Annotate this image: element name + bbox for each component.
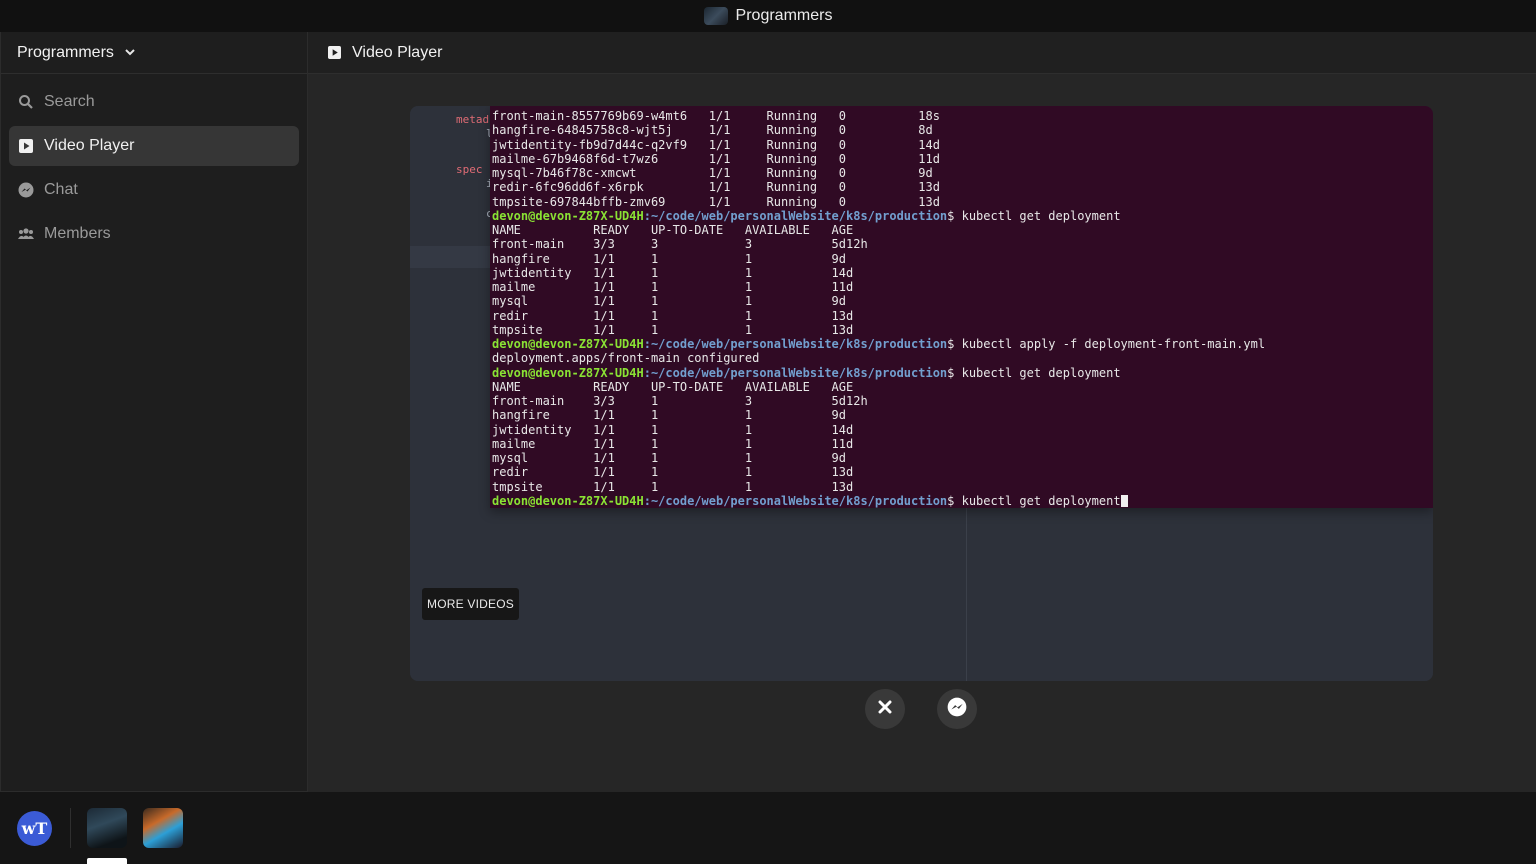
terminal-prompt-path: :~/code/web/personalWebsite/k8s/producti…	[643, 493, 948, 508]
terminal-command-text: $ kubectl get deployment	[947, 493, 1121, 508]
editor-code: metad l spec i c	[454, 112, 493, 221]
terminal-cursor	[1120, 494, 1128, 507]
server-taskbar: wT	[0, 792, 1536, 864]
terminal-prompt-path: :~/code/web/personalWebsite/k8s/producti…	[643, 365, 948, 380]
sidebar-nav: Search Video Player Chat Members	[1, 74, 307, 266]
editor-keyword: metad	[456, 113, 490, 126]
sidebar-item-label: Video Player	[44, 137, 135, 154]
terminal-prompt-path: :~/code/web/personalWebsite/k8s/producti…	[643, 208, 948, 223]
terminal-command-text: $ kubectl get deployment	[947, 365, 1121, 380]
messenger-icon	[947, 697, 967, 722]
editor-keyword: spec	[456, 163, 483, 176]
sidebar-item-chat[interactable]: Chat	[9, 170, 299, 210]
terminal-output-line: tmpsite 1/1 1 1 13d	[492, 322, 854, 337]
terminal-output-line: hangfire-64845758c8-wjt5j 1/1 Running 0 …	[492, 123, 933, 138]
terminal-command-line: devon@devon-Z87X-UD4H:~/code/web/persona…	[492, 209, 1433, 223]
editor-divider	[966, 506, 967, 681]
taskbar-divider	[70, 808, 71, 848]
terminal-command-text: $ kubectl apply -f deployment-front-main…	[947, 337, 1266, 351]
terminal-output-line: tmpsite 1/1 1 1 13d	[492, 479, 854, 494]
server-dropdown[interactable]: Programmers	[1, 32, 307, 74]
terminal-output-line: front-main 3/3 3 3 5d12h	[492, 237, 868, 252]
window-titlebar: Programmers	[0, 0, 1536, 32]
page-title: Video Player	[352, 43, 443, 61]
terminal-command-line: devon@devon-Z87X-UD4H:~/code/web/persona…	[492, 494, 1433, 508]
server-icon	[703, 7, 728, 25]
terminal-output-line: mysql 1/1 1 1 9d	[492, 451, 847, 465]
terminal-output-line: jwtidentity-fb9d7d44c-q2vf9 1/1 Running …	[492, 137, 940, 152]
terminal-window: front-main-8557769b69-w4mt6 1/1 Running …	[490, 106, 1433, 508]
app-logo[interactable]: wT	[17, 811, 52, 846]
editor-keyword: i	[454, 177, 493, 207]
users-icon	[18, 226, 34, 242]
terminal-prompt-user: devon@devon-Z87X-UD4H	[492, 493, 644, 508]
terminal-output-line: mailme-67b9468f6d-t7wz6 1/1 Running 0 11…	[492, 151, 940, 166]
sidebar-item-label: Members	[44, 225, 111, 242]
sidebar: Programmers Search Video Player Chat Mem…	[0, 32, 308, 792]
play-square-icon	[18, 138, 34, 154]
terminal-output-line: NAME READY UP-TO-DATE AVAILABLE AGE	[492, 223, 854, 237]
terminal-command-line: devon@devon-Z87X-UD4H:~/code/web/persona…	[492, 337, 1433, 351]
terminal-output-line: mysql-7b46f78c-xmcwt 1/1 Running 0 9d	[492, 166, 933, 180]
terminal-output-line: redir 1/1 1 1 13d	[492, 308, 854, 323]
terminal-output-line: hangfire 1/1 1 1 9d	[492, 408, 847, 423]
editor-keyword: l	[454, 127, 493, 163]
server-thumbnail-programmers[interactable]	[87, 808, 127, 848]
chevron-down-icon	[124, 46, 136, 61]
window-title: Programmers	[735, 7, 833, 24]
sidebar-item-video-player[interactable]: Video Player	[9, 126, 299, 166]
terminal-prompt-user: devon@devon-Z87X-UD4H	[492, 365, 644, 380]
terminal-output-line: jwtidentity 1/1 1 1 14d	[492, 265, 854, 280]
close-icon	[878, 700, 892, 719]
terminal-output-line: front-main-8557769b69-w4mt6 1/1 Running …	[492, 109, 940, 123]
terminal-prompt-user: devon@devon-Z87X-UD4H	[492, 208, 644, 223]
terminal-output-line: deployment.apps/front-main configured	[492, 351, 760, 366]
sidebar-item-members[interactable]: Members	[9, 214, 299, 254]
active-server-indicator	[87, 858, 127, 864]
open-chat-button[interactable]	[937, 689, 977, 729]
more-videos-button[interactable]: MORE VIDEOS	[422, 588, 519, 620]
server-thumbnail[interactable]	[143, 808, 183, 848]
video-player[interactable]: metad l spec i c front-main-8557769b69-w…	[410, 106, 1433, 681]
terminal-output-line: front-main 3/3 1 3 5d12h	[492, 394, 868, 408]
terminal-output-line: hangfire 1/1 1 1 9d	[492, 251, 847, 266]
sidebar-item-search[interactable]: Search	[9, 82, 299, 122]
editor-keyword: c	[454, 207, 493, 221]
sidebar-item-label: Search	[44, 93, 95, 110]
terminal-output-line: mailme 1/1 1 1 11d	[492, 280, 854, 294]
terminal-prompt-path: :~/code/web/personalWebsite/k8s/producti…	[643, 337, 948, 351]
main-header: Video Player	[308, 32, 1536, 74]
terminal-output-line: redir-6fc96dd6f-x6rpk 1/1 Running 0 13d	[492, 180, 940, 195]
main-panel: Video Player metad l spec i c front-main…	[308, 32, 1536, 792]
terminal-output-line: jwtidentity 1/1 1 1 14d	[492, 422, 854, 437]
terminal-command-text: $ kubectl get deployment	[947, 208, 1121, 223]
terminal-output-line: tmpsite-697844bffb-zmv69 1/1 Running 0 1…	[492, 194, 940, 209]
play-square-icon	[326, 45, 342, 61]
terminal-output-line: mailme 1/1 1 1 11d	[492, 436, 854, 451]
search-icon	[18, 94, 34, 110]
terminal-prompt-user: devon@devon-Z87X-UD4H	[492, 337, 644, 351]
editor-highlight-row	[410, 246, 490, 268]
close-video-button[interactable]	[865, 689, 905, 729]
terminal-output-line: mysql 1/1 1 1 9d	[492, 294, 847, 309]
sidebar-item-label: Chat	[44, 181, 78, 198]
messenger-icon	[18, 182, 34, 198]
terminal-output-line: redir 1/1 1 1 13d	[492, 465, 854, 480]
terminal-command-line: devon@devon-Z87X-UD4H:~/code/web/persona…	[492, 366, 1433, 380]
server-name: Programmers	[17, 43, 114, 61]
terminal-output-line: NAME READY UP-TO-DATE AVAILABLE AGE	[492, 379, 854, 394]
